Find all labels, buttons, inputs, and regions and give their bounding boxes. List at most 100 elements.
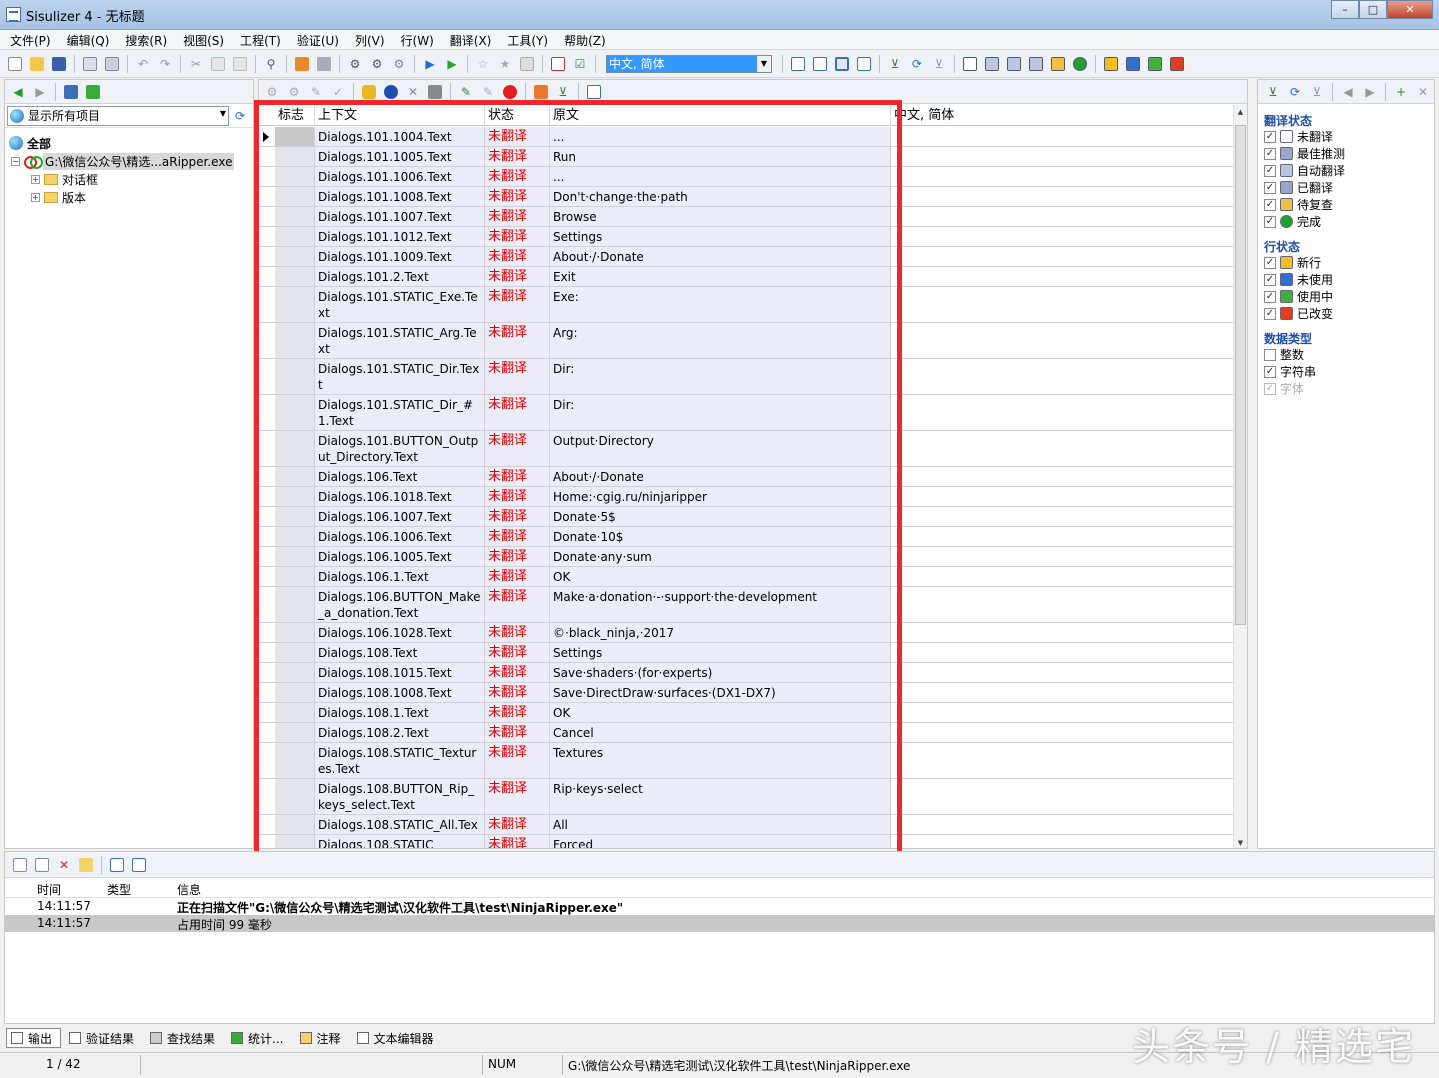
cell-translation[interactable]	[891, 431, 1234, 466]
copy-icon[interactable]	[33, 856, 51, 874]
sync-icon[interactable]	[84, 83, 102, 101]
clear-filter-icon[interactable]: ⊻	[1308, 83, 1326, 101]
menu-item[interactable]: 文件(P)	[4, 30, 57, 49]
column-header-flag[interactable]: 标志	[275, 105, 315, 126]
menu-item[interactable]: 列(V)	[349, 30, 391, 49]
import-icon[interactable]	[315, 55, 333, 73]
cut-icon[interactable]: ✂	[187, 55, 205, 73]
layout-2-icon[interactable]	[811, 55, 829, 73]
table-row[interactable]: Dialogs.108.1.Text 未翻译 OK	[259, 703, 1234, 723]
menu-item[interactable]: 行(W)	[395, 30, 440, 49]
layout-4-icon[interactable]	[855, 55, 873, 73]
table-row[interactable]: Dialogs.106.Text 未翻译 About·/·Donate	[259, 467, 1234, 487]
filter-option[interactable]: ✓ 完成	[1264, 213, 1434, 230]
build-all-icon[interactable]: ⚙	[368, 55, 386, 73]
column-header-source[interactable]: 原文	[550, 105, 891, 126]
build-icon[interactable]: ⚙	[346, 55, 364, 73]
filter-checkbox[interactable]: ✓	[1264, 290, 1276, 303]
table-row[interactable]: Dialogs.101.1005.Text 未翻译 Run	[259, 147, 1234, 167]
print-preview-icon[interactable]	[81, 55, 99, 73]
state-auto-icon[interactable]	[1005, 55, 1023, 73]
build-settings-icon[interactable]: ⚙	[390, 55, 408, 73]
note-icon[interactable]	[77, 856, 95, 874]
scan-icon[interactable]	[293, 55, 311, 73]
tab-bottom[interactable]: 验证结果	[65, 1028, 142, 1048]
table-row[interactable]: Dialogs.108.2.Text 未翻译 Cancel	[259, 723, 1234, 743]
filter-option[interactable]: ✓ 未使用	[1264, 271, 1434, 288]
state-complete-icon[interactable]	[1071, 55, 1089, 73]
tab-bottom[interactable]: 文本编辑器	[353, 1028, 442, 1048]
clear-filter-icon[interactable]: ⊻	[930, 55, 948, 73]
table-row[interactable]: Dialogs.108.BUTTON_Rip_keys_select.Text 未…	[259, 779, 1234, 815]
tree-root[interactable]: 全部	[5, 134, 253, 152]
cell-translation[interactable]	[891, 567, 1234, 586]
cell-translation[interactable]	[891, 623, 1234, 642]
table-row[interactable]: Dialogs.101.1007.Text 未翻译 Browse	[259, 207, 1234, 227]
menu-item[interactable]: 视图(S)	[177, 30, 230, 49]
validate-icon[interactable]: ☑	[571, 55, 589, 73]
cell-translation[interactable]	[891, 467, 1234, 486]
cell-translation[interactable]	[891, 683, 1234, 702]
column-header-translation[interactable]: 中文, 简体	[891, 105, 1234, 126]
filter-checkbox[interactable]: ✓	[1264, 215, 1276, 228]
filter-checkbox[interactable]: ✓	[1264, 130, 1276, 143]
cell-translation[interactable]	[891, 723, 1234, 742]
table-row[interactable]: Dialogs.106.1006.Text 未翻译 Donate·10$	[259, 527, 1234, 547]
cell-translation[interactable]	[891, 147, 1234, 166]
window-icon[interactable]	[585, 83, 603, 101]
filter-option[interactable]: ✓ 新行	[1264, 254, 1434, 271]
table-row[interactable]: Dialogs.101.STATIC_Exe.Text 未翻译 Exe:	[259, 287, 1234, 323]
table-icon[interactable]	[532, 83, 550, 101]
filter-option[interactable]: ✓ 字体	[1264, 380, 1434, 397]
lock-icon[interactable]	[360, 83, 378, 101]
menu-item[interactable]: 验证(U)	[291, 30, 345, 49]
star-icon[interactable]: ☆	[474, 55, 492, 73]
back-icon[interactable]: ◀	[1339, 83, 1357, 101]
table-row[interactable]: Dialogs.101.1012.Text 未翻译 Settings	[259, 227, 1234, 247]
cell-translation[interactable]	[891, 643, 1234, 662]
tree-item-dialogs[interactable]: + 对话框	[5, 170, 253, 188]
cell-translation[interactable]	[891, 187, 1234, 206]
table-row[interactable]: Dialogs.106.1005.Text 未翻译 Donate·any·sum	[259, 547, 1234, 567]
output-col-info[interactable]: 信息	[177, 881, 201, 898]
column-header-status[interactable]: 状态	[485, 105, 550, 126]
filter-option[interactable]: 整数	[1264, 346, 1434, 363]
filter-checkbox[interactable]: ✓	[1264, 181, 1276, 194]
filter-checkbox[interactable]	[1264, 348, 1276, 361]
table-row[interactable]: Dialogs.101.STATIC_Dir_#1.Text 未翻译 Dir:	[259, 395, 1234, 431]
export-icon[interactable]	[103, 55, 121, 73]
cell-translation[interactable]	[891, 167, 1234, 186]
output-row[interactable]: 14:11:57 正在扫描文件"G:\微信公众号\精选宅测试\汉化软件工具\tes…	[5, 898, 1434, 915]
language-select[interactable]: 中文, 简体 ▼	[606, 55, 772, 73]
filter-icon[interactable]: ⊻	[1264, 83, 1282, 101]
refresh-filter-icon[interactable]: ⟳	[1286, 83, 1304, 101]
table-row[interactable]: Dialogs.101.1006.Text 未翻译...	[259, 167, 1234, 187]
stop-icon[interactable]	[501, 83, 519, 101]
cell-translation[interactable]	[891, 207, 1234, 226]
filter-checkbox[interactable]: ✓	[1264, 382, 1276, 395]
table-row[interactable]: Dialogs.106.1028.Text 未翻译 ©·black_ninja,·2…	[259, 623, 1234, 643]
output-row[interactable]: 14:11:57 占用时间 99 毫秒	[5, 915, 1434, 932]
menu-item[interactable]: 工具(Y)	[501, 30, 554, 49]
tree-project[interactable]: − G:\微信公众号\精选...aRipper.exe	[5, 152, 253, 170]
edit-icon[interactable]: ✎	[457, 83, 475, 101]
table-row[interactable]: Dialogs.106.1018.Text 未翻译 Home:·cgig.ru/ni…	[259, 487, 1234, 507]
table-row[interactable]: Dialogs.108.1015.Text 未翻译 Save·shaders·(fo…	[259, 663, 1234, 683]
tab-bottom[interactable]: 查找结果	[146, 1028, 223, 1048]
minimize-button[interactable]: –	[1331, 0, 1359, 19]
tool-3-icon[interactable]: ✎	[307, 83, 325, 101]
new-icon[interactable]	[6, 55, 24, 73]
state-review-icon[interactable]	[1049, 55, 1067, 73]
copy-icon[interactable]	[209, 55, 227, 73]
menu-item[interactable]: 帮助(Z)	[558, 30, 612, 49]
filter-option[interactable]: ✓ 自动翻译	[1264, 162, 1434, 179]
table-row[interactable]: Dialogs.108.STATIC_Textures.Text 未翻译 Textu…	[259, 743, 1234, 779]
refresh-filter-icon[interactable]: ⟳	[908, 55, 926, 73]
open-icon[interactable]	[28, 55, 46, 73]
clear-icon[interactable]: ✕	[55, 856, 73, 874]
table-row[interactable]: Dialogs.108.Text 未翻译 Settings	[259, 643, 1234, 663]
cell-translation[interactable]	[891, 507, 1234, 526]
output-col-type[interactable]: 类型	[107, 881, 131, 898]
info-icon[interactable]	[382, 83, 400, 101]
filter-checkbox[interactable]: ✓	[1264, 164, 1276, 177]
